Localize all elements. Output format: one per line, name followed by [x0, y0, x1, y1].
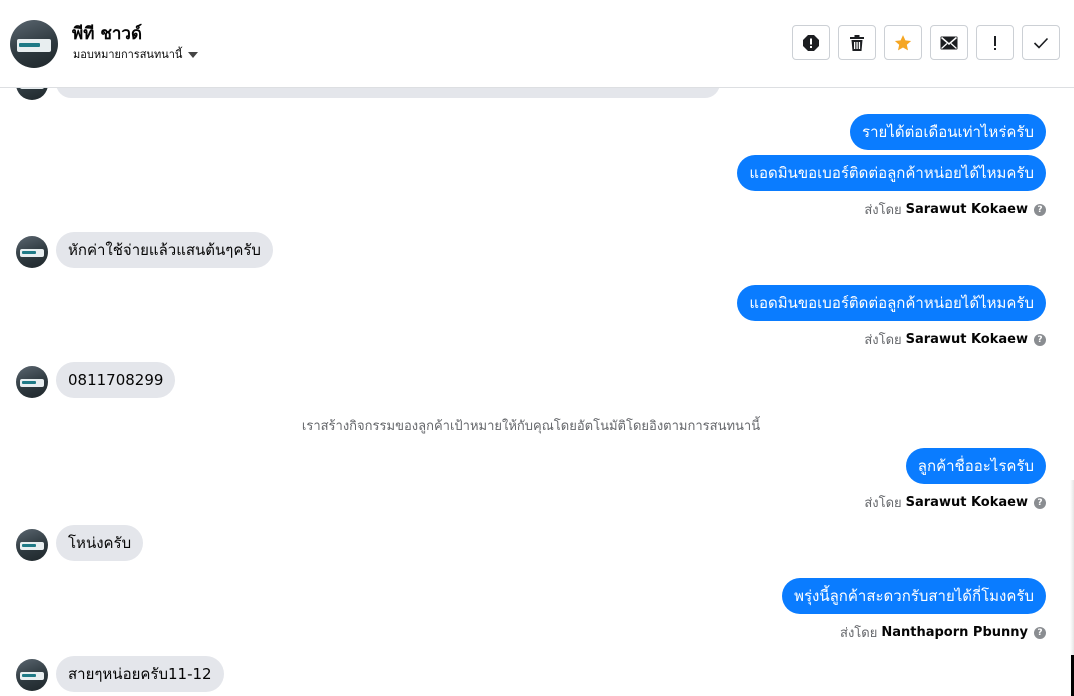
- incoming-message[interactable]: โหน่งครับ: [56, 525, 144, 561]
- sent-by-prefix: ส่งโดย: [864, 496, 902, 511]
- sent-by-prefix: ส่งโดย: [864, 203, 902, 218]
- message-thread[interactable]: รายได้ต่อเดือนเท่าไหร่ครับ แอดมินขอเบอร์…: [0, 88, 1074, 696]
- contact-avatar-small: [16, 366, 48, 398]
- sent-by-label: ส่งโดย Sarawut Kokaew ?: [864, 199, 1046, 220]
- follow-up-icon: [994, 35, 996, 50]
- assign-label: มอบหมายการสนทนานี้: [73, 48, 183, 61]
- trash-icon: [850, 34, 864, 51]
- mark-spam-button[interactable]: [792, 25, 830, 60]
- header-actions: [792, 25, 1060, 60]
- mark-done-button[interactable]: [1022, 25, 1060, 60]
- outgoing-message[interactable]: รายได้ต่อเดือนเท่าไหร่ครับ: [850, 114, 1046, 150]
- contact-avatar-small: [16, 659, 48, 691]
- assign-conversation-dropdown[interactable]: มอบหมายการสนทนานี้: [73, 45, 199, 63]
- help-icon[interactable]: ?: [1034, 203, 1046, 216]
- contact-avatar-small: [16, 88, 48, 100]
- spam-icon: [803, 34, 819, 51]
- star-button[interactable]: [884, 25, 922, 60]
- incoming-message[interactable]: 0811708299: [56, 362, 176, 398]
- incoming-message[interactable]: หักค่าใช้จ่ายแล้วแสนต้นๆครับ: [56, 232, 273, 268]
- sender-name[interactable]: Nanthaporn Pbunny: [881, 625, 1028, 640]
- star-icon: [894, 34, 912, 50]
- help-icon[interactable]: ?: [1034, 496, 1046, 509]
- contact-avatar[interactable]: [10, 20, 58, 68]
- help-icon[interactable]: ?: [1034, 626, 1046, 639]
- sent-by-prefix: ส่งโดย: [864, 333, 902, 348]
- contact-avatar-small: [16, 529, 48, 561]
- outgoing-message[interactable]: แอดมินขอเบอร์ติดต่อลูกค้าหน่อยได้ไหมครับ: [737, 155, 1046, 191]
- sender-name[interactable]: Sarawut Kokaew: [906, 495, 1028, 510]
- follow-up-button[interactable]: [976, 25, 1014, 60]
- contact-name[interactable]: พีที ชาวด์: [72, 20, 142, 47]
- sent-by-prefix: ส่งโดย: [840, 626, 878, 641]
- mail-icon: [940, 36, 958, 49]
- mark-unread-button[interactable]: [930, 25, 968, 60]
- delete-button[interactable]: [838, 25, 876, 60]
- help-icon[interactable]: ?: [1034, 333, 1046, 346]
- sent-by-label: ส่งโดย Nanthaporn Pbunny ?: [840, 622, 1046, 643]
- contact-avatar-small: [16, 236, 48, 268]
- outgoing-message[interactable]: แอดมินขอเบอร์ติดต่อลูกค้าหน่อยได้ไหมครับ: [737, 285, 1046, 321]
- chevron-down-icon[interactable]: [188, 52, 199, 58]
- check-icon: [1033, 37, 1049, 49]
- outgoing-message[interactable]: ลูกค้าชื่ออะไรครับ: [905, 448, 1046, 484]
- sender-name[interactable]: Sarawut Kokaew: [906, 202, 1028, 217]
- sent-by-label: ส่งโดย Sarawut Kokaew ?: [864, 492, 1046, 513]
- sent-by-label: ส่งโดย Sarawut Kokaew ?: [864, 329, 1046, 350]
- incoming-message[interactable]: สายๆหน่อยครับ11-12: [56, 656, 224, 692]
- incoming-message-bubble-partial: [56, 88, 720, 98]
- system-notice: เราสร้างกิจกรรมของลูกค้าเป้าหมายให้กับคุ…: [301, 419, 761, 434]
- outgoing-message[interactable]: พรุ่งนี้ลูกค้าสะดวกรับสายได้กี่โมงครับ: [782, 578, 1046, 614]
- conversation-header: พีที ชาวด์ มอบหมายการสนทนานี้: [0, 0, 1074, 88]
- sender-name[interactable]: Sarawut Kokaew: [906, 332, 1028, 347]
